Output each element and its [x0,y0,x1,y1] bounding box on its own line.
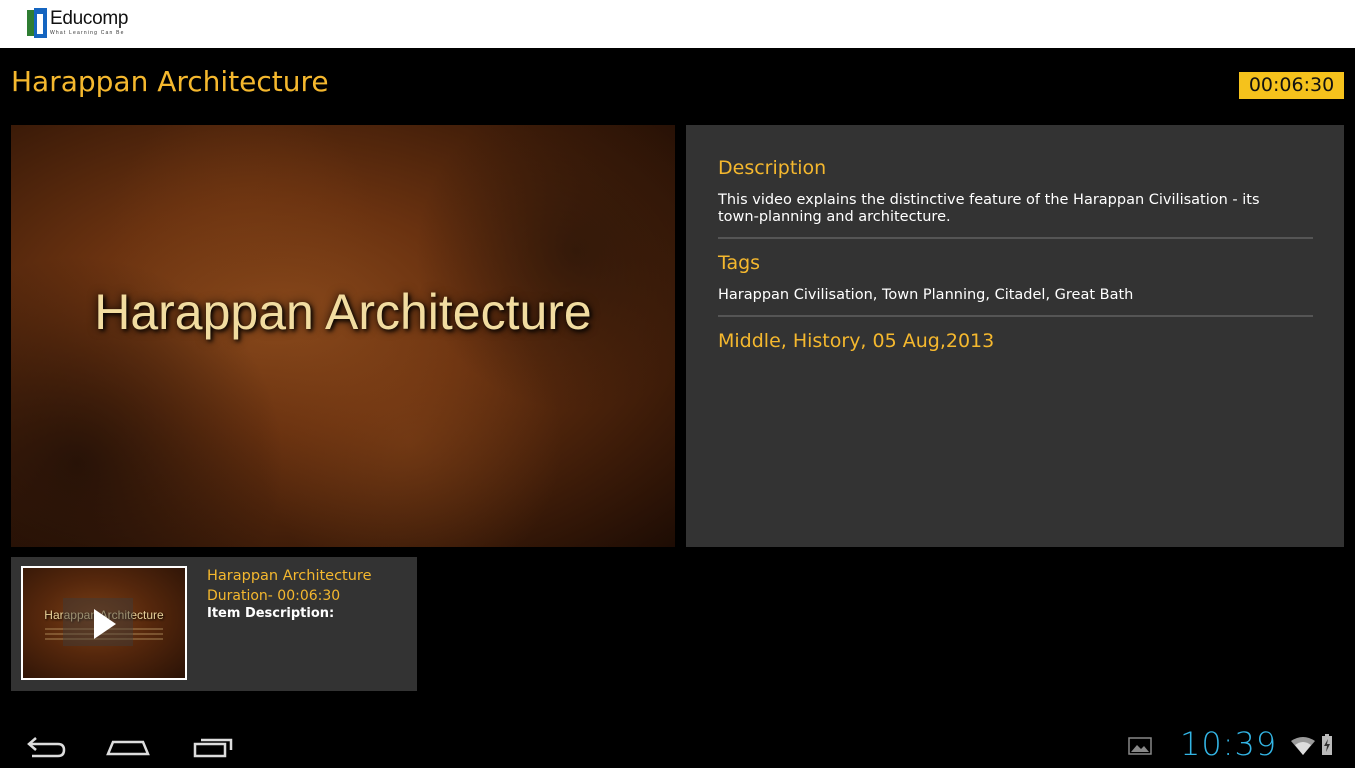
brand-tagline: What Learning Can Be [50,30,125,36]
educomp-logo[interactable]: Educomp What Learning Can Be [27,8,128,38]
video-player[interactable]: Harappan Architecture [11,125,675,547]
gallery-icon[interactable] [1128,736,1152,756]
video-overlay-title: Harappan Architecture [94,284,592,340]
video-thumbnail[interactable]: Harappan Architecture [21,566,187,680]
play-icon[interactable] [94,609,116,639]
description-text: This video explains the distinctive feat… [718,192,1260,225]
app-header: Educomp What Learning Can Be [0,0,1355,48]
wifi-icon [1291,737,1315,755]
recent-apps-icon[interactable] [188,730,238,760]
clock: 10:39 [1180,725,1278,763]
home-icon[interactable] [103,730,153,760]
playlist-item[interactable]: Harappan Architecture Harappan Architect… [11,557,417,691]
back-icon[interactable] [20,730,70,760]
battery-icon [1322,734,1332,755]
divider [718,237,1313,239]
item-description: Item Description: [207,606,335,621]
tags-heading: Tags [718,252,761,274]
description-heading: Description [718,157,827,179]
details-panel: Description This video explains the dist… [686,125,1344,547]
system-bar: 10:39 [0,712,1355,768]
tags-text: Harappan Civilisation, Town Planning, Ci… [718,287,1134,303]
logo-book-icon [27,8,47,38]
page-title: Harappan Architecture [11,65,329,98]
brand-name: Educomp [50,8,129,29]
divider [718,315,1313,317]
duration-badge: 00:06:30 [1239,72,1344,99]
meta-info: Middle, History, 05 Aug,2013 [718,330,995,352]
item-duration: Duration- 00:06:30 [207,588,341,604]
item-title: Harappan Architecture [207,568,372,584]
